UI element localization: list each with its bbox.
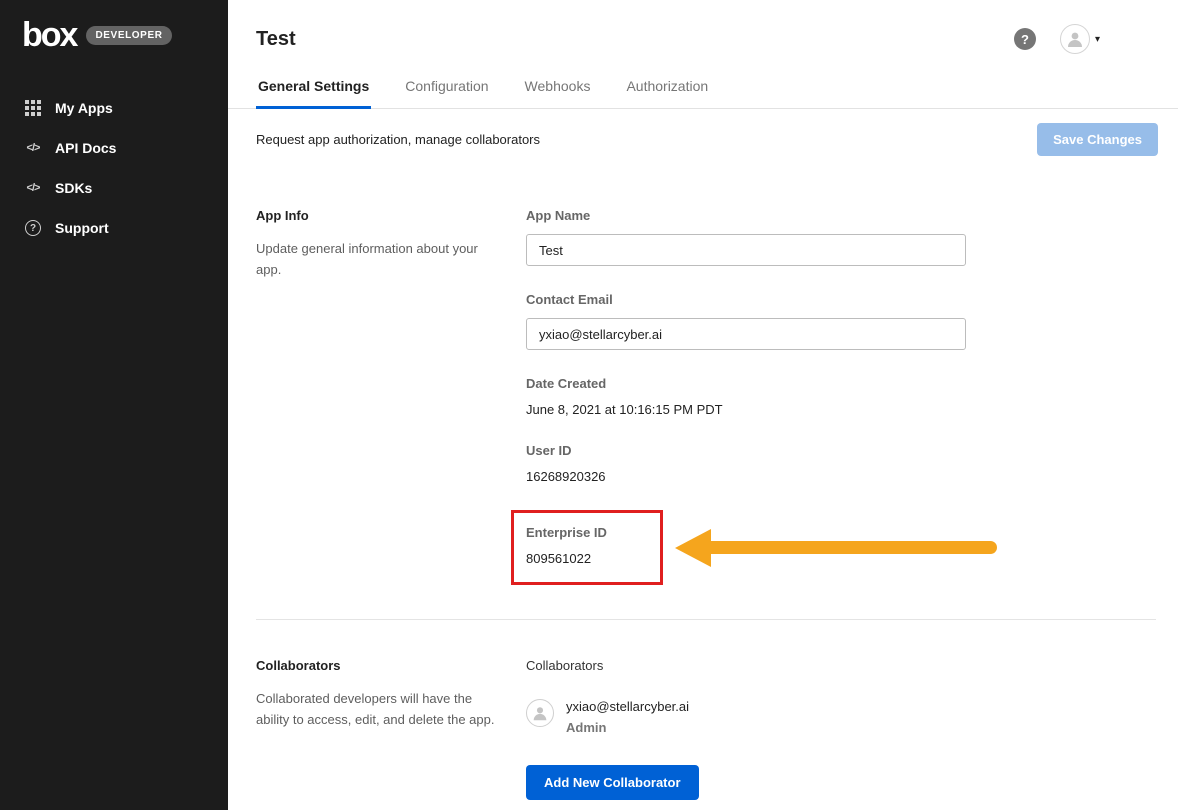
code-icon: </> [24,179,42,197]
help-icon[interactable]: ? [1014,28,1036,50]
user-id-label: User ID [526,443,966,458]
date-created-field-group: Date Created June 8, 2021 at 10:16:15 PM… [526,376,966,417]
tab-general-settings[interactable]: General Settings [256,70,371,109]
sidebar-item-support[interactable]: ? Support [0,208,228,248]
page-header: Test ? ▾ [228,0,1178,70]
tab-bar: General Settings Configuration Webhooks … [228,70,1178,109]
app-name-input[interactable] [526,234,966,266]
contact-email-input[interactable] [526,318,966,350]
app-name-field-group: App Name [526,208,966,266]
page-title: Test [256,28,296,51]
app-info-heading: App Info [256,208,498,223]
app-info-section: App Info Update general information abou… [228,170,1178,605]
sidebar-item-label: Support [55,220,109,236]
enterprise-id-label: Enterprise ID [526,525,646,540]
enterprise-id-value: 809561022 [526,551,646,566]
code-icon: </> [24,139,42,157]
avatar [1060,24,1090,54]
app-info-intro: App Info Update general information abou… [256,208,498,595]
tab-webhooks[interactable]: Webhooks [523,70,593,108]
action-row: Request app authorization, manage collab… [228,109,1178,170]
date-created-value: June 8, 2021 at 10:16:15 PM PDT [526,402,966,417]
collaborators-list-heading: Collaborators [526,658,966,673]
sidebar-item-label: API Docs [55,140,116,156]
app-info-form: App Name Contact Email Date Created June… [526,208,966,595]
annotation-arrow [675,529,997,567]
contact-email-label: Contact Email [526,292,966,307]
collaborators-list: Collaborators yxiao@stellarcyber.ai Admi… [526,658,966,800]
app-name-label: App Name [526,208,966,223]
grid-icon [24,99,42,117]
page-subtitle: Request app authorization, manage collab… [256,132,540,147]
arrow-head-icon [675,529,711,567]
sidebar-item-my-apps[interactable]: My Apps [0,88,228,128]
sidebar-item-label: My Apps [55,100,113,116]
box-logo: box [22,18,76,52]
developer-badge: DEVELOPER [86,26,171,45]
main-content: Test ? ▾ General Settings Configuration … [228,0,1178,810]
sidebar-item-sdks[interactable]: </> SDKs [0,168,228,208]
user-menu[interactable]: ▾ [1060,24,1100,54]
chevron-down-icon: ▾ [1095,34,1100,45]
tab-authorization[interactable]: Authorization [624,70,710,108]
collaborators-description: Collaborated developers will have the ab… [256,689,498,731]
header-actions: ? ▾ [1014,24,1154,54]
collaborators-heading: Collaborators [256,658,498,673]
collaborator-avatar [526,699,554,727]
user-id-field-group: User ID 16268920326 [526,443,966,484]
sidebar: box DEVELOPER My Apps </> API Docs </> S… [0,0,228,810]
question-circle-icon: ? [24,219,42,237]
collaborator-details: yxiao@stellarcyber.ai Admin [566,699,689,735]
collaborator-row: yxiao@stellarcyber.ai Admin [526,699,966,735]
enterprise-id-field-group: Enterprise ID 809561022 [511,510,663,585]
contact-email-field-group: Contact Email [526,292,966,350]
date-created-label: Date Created [526,376,966,391]
collaborators-intro: Collaborators Collaborated developers wi… [256,658,498,800]
user-id-value: 16268920326 [526,469,966,484]
logo-row: box DEVELOPER [0,0,228,62]
tab-configuration[interactable]: Configuration [403,70,490,108]
save-changes-button[interactable]: Save Changes [1037,123,1158,156]
collaborator-email: yxiao@stellarcyber.ai [566,699,689,714]
sidebar-nav: My Apps </> API Docs </> SDKs ? Support [0,88,228,248]
arrow-shaft [711,541,997,554]
add-new-collaborator-button[interactable]: Add New Collaborator [526,765,699,800]
app-info-description: Update general information about your ap… [256,239,498,281]
sidebar-item-label: SDKs [55,180,92,196]
collaborators-section: Collaborators Collaborated developers wi… [228,620,1178,810]
sidebar-item-api-docs[interactable]: </> API Docs [0,128,228,168]
collaborator-role: Admin [566,720,689,735]
